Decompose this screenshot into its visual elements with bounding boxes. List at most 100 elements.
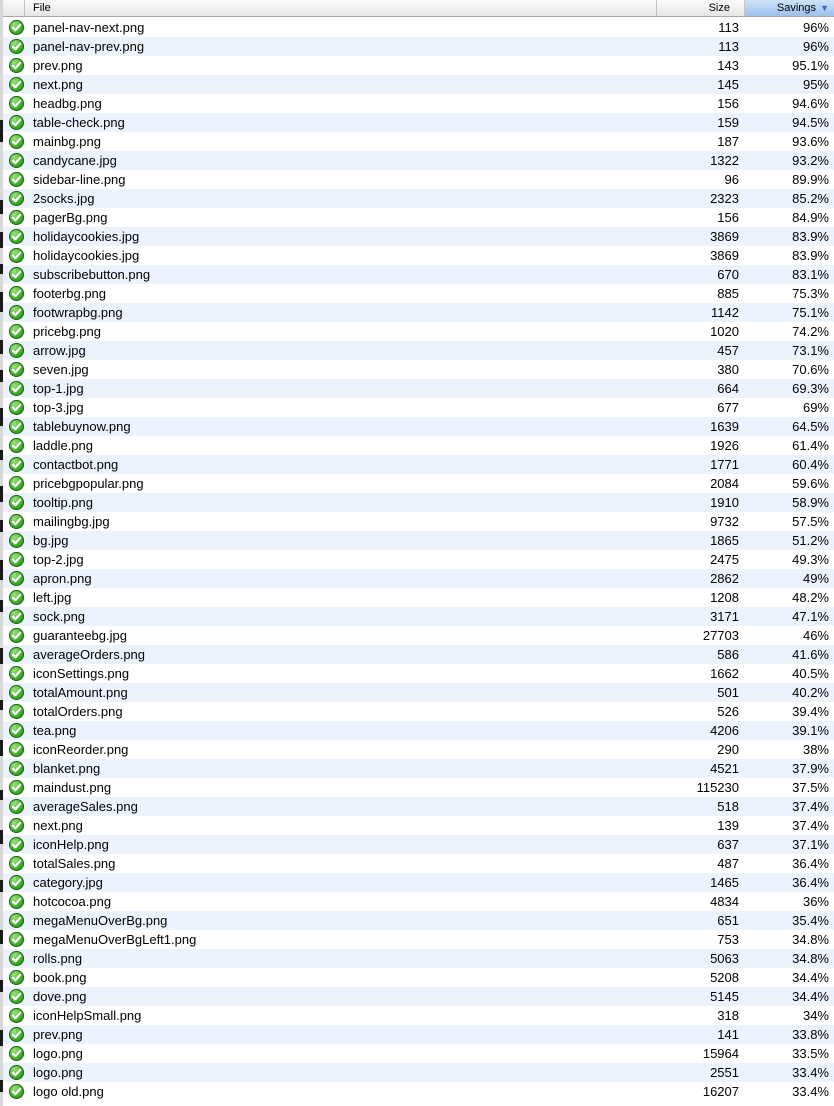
check-circle-icon [9, 799, 24, 814]
table-row[interactable]: tea.png 4206 39.1% [3, 721, 834, 740]
file-size-cell: 139 [717, 818, 739, 833]
savings-cell: 33.4% [792, 1065, 829, 1080]
table-row[interactable]: panel-nav-prev.png 113 96% [3, 37, 834, 56]
table-row[interactable]: arrow.jpg 457 73.1% [3, 341, 834, 360]
check-circle-icon [9, 723, 24, 738]
file-size-cell: 2551 [710, 1065, 739, 1080]
table-row[interactable]: logo.png 15964 33.5% [3, 1044, 834, 1063]
table-row[interactable]: 2socks.jpg 2323 85.2% [3, 189, 834, 208]
table-row[interactable]: mailingbg.jpg 9732 57.5% [3, 512, 834, 531]
table-row[interactable]: rolls.png 5063 34.8% [3, 949, 834, 968]
table-row[interactable]: maindust.png 115230 37.5% [3, 778, 834, 797]
table-row[interactable]: iconReorder.png 290 38% [3, 740, 834, 759]
file-size-cell: 1465 [710, 875, 739, 890]
table-row[interactable]: pricebgpopular.png 2084 59.6% [3, 474, 834, 493]
column-header-size[interactable]: Size [657, 0, 745, 16]
table-row[interactable]: apron.png 2862 49% [3, 569, 834, 588]
table-row[interactable]: prev.png 143 95.1% [3, 56, 834, 75]
table-row[interactable]: iconHelpSmall.png 318 34% [3, 1006, 834, 1025]
table-row[interactable]: megaMenuOverBgLeft1.png 753 34.8% [3, 930, 834, 949]
table-row[interactable]: pricebg.png 1020 74.2% [3, 322, 834, 341]
column-header-file[interactable]: File [25, 0, 657, 16]
table-row[interactable]: holidaycookies.jpg 3869 83.9% [3, 246, 834, 265]
table-row[interactable]: top-3.jpg 677 69% [3, 398, 834, 417]
table-row[interactable]: seven.jpg 380 70.6% [3, 360, 834, 379]
savings-cell: 94.5% [792, 115, 829, 130]
table-row[interactable]: laddle.png 1926 61.4% [3, 436, 834, 455]
file-size-cell: 1020 [710, 324, 739, 339]
table-row[interactable]: totalAmount.png 501 40.2% [3, 683, 834, 702]
file-name-cell: book.png [33, 970, 87, 985]
savings-cell: 36.4% [792, 856, 829, 871]
table-row[interactable]: table-check.png 159 94.5% [3, 113, 834, 132]
file-name-cell: tablebuynow.png [33, 419, 131, 434]
savings-cell: 73.1% [792, 343, 829, 358]
table-row[interactable]: totalSales.png 487 36.4% [3, 854, 834, 873]
table-row[interactable]: tooltip.png 1910 58.9% [3, 493, 834, 512]
savings-cell: 49% [802, 571, 829, 586]
savings-cell: 94.6% [792, 96, 829, 111]
table-row[interactable]: panel-nav-next.png 113 96% [3, 18, 834, 37]
check-circle-icon [9, 229, 24, 244]
file-size-cell: 159 [717, 115, 739, 130]
file-size-cell: 2084 [710, 476, 739, 491]
table-row[interactable]: hotcocoa.png 4834 36% [3, 892, 834, 911]
check-circle-icon [9, 856, 24, 871]
table-row[interactable]: averageOrders.png 586 41.6% [3, 645, 834, 664]
table-row[interactable]: logo old.png 16207 33.4% [3, 1082, 834, 1101]
column-header-savings[interactable]: Savings ▼ [745, 0, 834, 16]
file-name-cell: logo.png [33, 1046, 83, 1061]
savings-cell: 34.4% [792, 989, 829, 1004]
table-row[interactable]: blanket.png 4521 37.9% [3, 759, 834, 778]
table-row[interactable]: prev.png 141 33.8% [3, 1025, 834, 1044]
table-row[interactable]: pagerBg.png 156 84.9% [3, 208, 834, 227]
table-row[interactable]: guaranteebg.jpg 27703 46% [3, 626, 834, 645]
savings-cell: 96% [802, 20, 829, 35]
table-row[interactable]: footwrapbg.png 1142 75.1% [3, 303, 834, 322]
table-row[interactable]: footerbg.png 885 75.3% [3, 284, 834, 303]
file-size-cell: 1322 [710, 153, 739, 168]
file-name-cell: panel-nav-prev.png [33, 39, 145, 54]
table-row[interactable]: candycane.jpg 1322 93.2% [3, 151, 834, 170]
table-row[interactable]: left.jpg 1208 48.2% [3, 588, 834, 607]
check-circle-icon [9, 1084, 24, 1099]
file-name-cell: iconHelp.png [33, 837, 109, 852]
file-size-cell: 677 [717, 400, 739, 415]
table-row[interactable]: bg.jpg 1865 51.2% [3, 531, 834, 550]
table-row[interactable]: top-1.jpg 664 69.3% [3, 379, 834, 398]
file-size-cell: 670 [717, 267, 739, 282]
table-row[interactable]: top-2.jpg 2475 49.3% [3, 550, 834, 569]
table-row[interactable]: next.png 145 95% [3, 75, 834, 94]
table-row[interactable]: sock.png 3171 47.1% [3, 607, 834, 626]
column-header-savings-label: Savings [776, 2, 816, 14]
table-row[interactable]: category.jpg 1465 36.4% [3, 873, 834, 892]
check-circle-icon [9, 324, 24, 339]
table-row[interactable]: megaMenuOverBg.png 651 35.4% [3, 911, 834, 930]
table-row[interactable]: holidaycookies.jpg 3869 83.9% [3, 227, 834, 246]
table-row[interactable]: dove.png 5145 34.4% [3, 987, 834, 1006]
table-row[interactable]: contactbot.png 1771 60.4% [3, 455, 834, 474]
file-name-cell: next.png [33, 818, 83, 833]
table-row[interactable]: totalOrders.png 526 39.4% [3, 702, 834, 721]
table-row[interactable]: logo.png 2551 33.4% [3, 1063, 834, 1082]
savings-cell: 70.6% [792, 362, 829, 377]
table-row[interactable]: next.png 139 37.4% [3, 816, 834, 835]
file-name-cell: maindust.png [33, 780, 112, 795]
file-size-cell: 637 [717, 837, 739, 852]
check-circle-icon [9, 438, 24, 453]
check-circle-icon [9, 780, 24, 795]
table-row[interactable]: headbg.png 156 94.6% [3, 94, 834, 113]
table-row[interactable]: mainbg.png 187 93.6% [3, 132, 834, 151]
table-row[interactable]: iconSettings.png 1662 40.5% [3, 664, 834, 683]
table-row[interactable]: sidebar-line.png 96 89.9% [3, 170, 834, 189]
table-row[interactable]: iconHelp.png 637 37.1% [3, 835, 834, 854]
file-name-cell: prev.png [33, 58, 83, 73]
file-size-cell: 1910 [710, 495, 739, 510]
table-row[interactable]: averageSales.png 518 37.4% [3, 797, 834, 816]
file-name-cell: top-3.jpg [33, 400, 84, 415]
column-header-status[interactable] [3, 0, 25, 16]
table-row[interactable]: subscribebutton.png 670 83.1% [3, 265, 834, 284]
table-row[interactable]: book.png 5208 34.4% [3, 968, 834, 987]
check-circle-icon [9, 495, 24, 510]
table-row[interactable]: tablebuynow.png 1639 64.5% [3, 417, 834, 436]
